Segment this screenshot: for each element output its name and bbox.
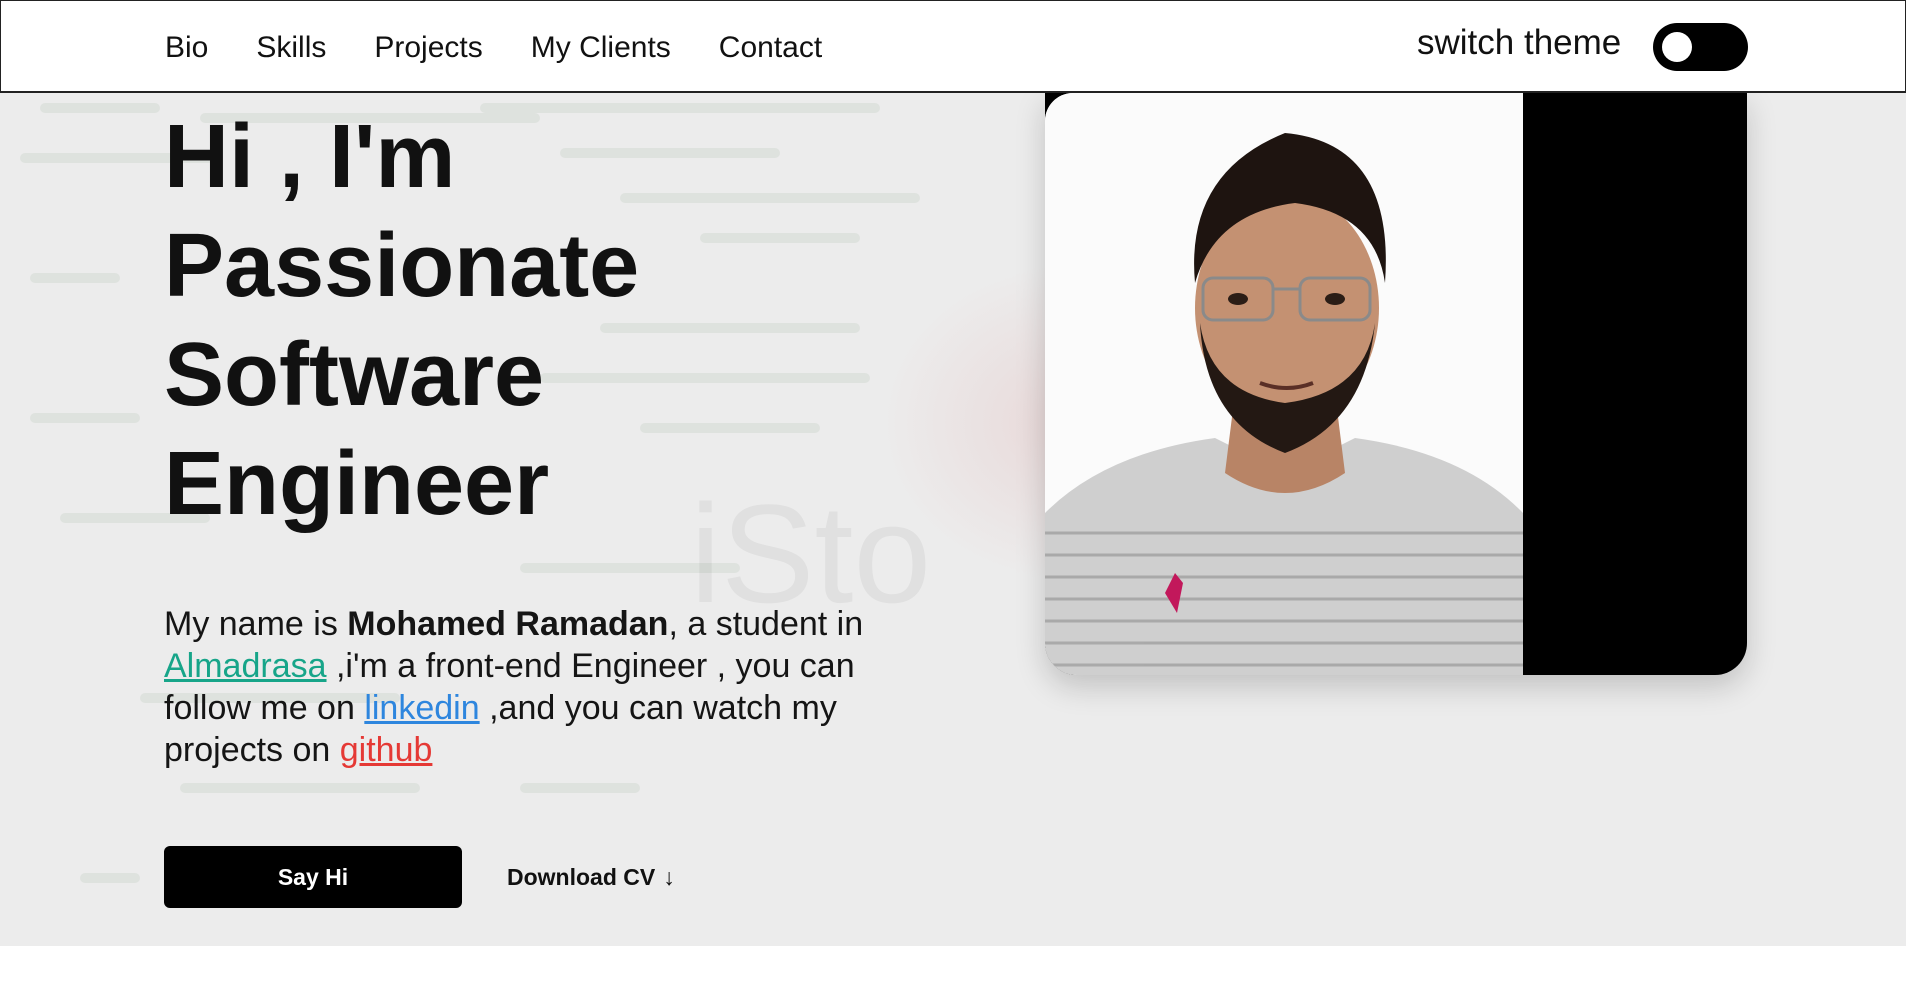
profile-photo-card xyxy=(1045,93,1747,675)
nav-item-my-clients[interactable]: My Clients xyxy=(531,31,671,65)
nav-item-bio[interactable]: Bio xyxy=(165,31,208,65)
nav-item-projects[interactable]: Projects xyxy=(374,31,482,65)
linkedin-link[interactable]: linkedin xyxy=(364,689,479,727)
download-cv-label: Download CV xyxy=(507,863,656,890)
nav-links: Bio Skills Projects My Clients Contact xyxy=(165,1,822,94)
profile-photo-illustration xyxy=(1045,93,1523,675)
say-hi-button[interactable]: Say Hi xyxy=(164,846,462,908)
intro-name: Mohamed Ramadan xyxy=(347,605,669,643)
page-bottom-area xyxy=(0,946,1906,1008)
switch-theme-label: switch theme xyxy=(1417,23,1622,62)
toggle-knob-icon xyxy=(1662,32,1692,62)
intro-text-2: , a student in xyxy=(668,605,864,643)
headline-line-4: Engineer xyxy=(164,434,550,534)
intro-text-1: My name is xyxy=(164,605,348,643)
hero-headline: Hi , I'm Passionate Software Engineer xyxy=(164,103,864,539)
theme-toggle-switch[interactable] xyxy=(1653,23,1748,71)
profile-photo xyxy=(1045,93,1523,675)
almadrasa-link[interactable]: Almadrasa xyxy=(164,647,327,685)
headline-line-3: Software xyxy=(164,325,545,425)
headline-line-1: Hi , I'm xyxy=(164,107,456,207)
nav-item-contact[interactable]: Contact xyxy=(719,31,822,65)
top-navbar: Bio Skills Projects My Clients Contact s… xyxy=(0,0,1906,93)
github-link[interactable]: github xyxy=(340,731,433,769)
download-cv-button[interactable]: Download CV ↓ xyxy=(507,846,675,908)
hero-section: iSto Hi , I'm Passionate Software Engine… xyxy=(0,93,1906,946)
arrow-down-icon: ↓ xyxy=(663,863,675,890)
intro-paragraph: My name is Mohamed Ramadan, a student in… xyxy=(164,603,884,771)
headline-line-2: Passionate xyxy=(164,216,640,316)
nav-item-skills[interactable]: Skills xyxy=(256,31,326,65)
